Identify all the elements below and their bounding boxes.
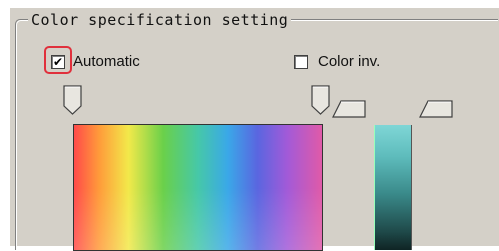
automatic-label[interactable]: Automatic [73, 53, 140, 70]
color-inv-checkbox-row[interactable]: Color inv. [294, 53, 380, 70]
group-title: Color specification setting [28, 11, 292, 29]
color-inv-checkbox[interactable] [294, 54, 308, 69]
range-low-slider-icon[interactable] [331, 99, 367, 119]
hue-left-slider-icon[interactable] [62, 84, 84, 116]
color-inv-label[interactable]: Color inv. [318, 53, 380, 70]
hue-right-slider-icon[interactable] [310, 84, 332, 116]
highlight-frame [44, 46, 72, 74]
value-range-bar[interactable] [374, 125, 412, 250]
hue-spectrum-display[interactable] [73, 124, 323, 251]
range-high-slider-icon[interactable] [418, 99, 454, 119]
